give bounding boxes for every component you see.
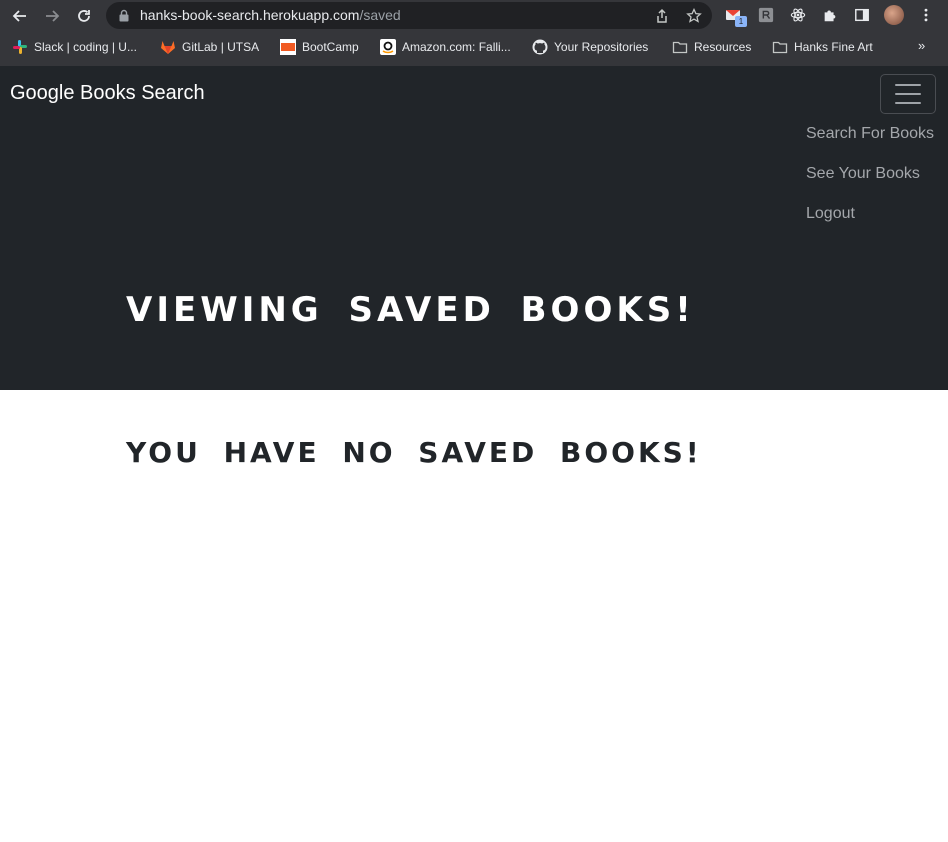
hamburger-icon-bar xyxy=(895,84,921,86)
address-bar[interactable]: hanks-book-search.herokuapp.com/saved xyxy=(106,2,712,29)
more-bookmarks-button[interactable]: » xyxy=(918,38,925,53)
reload-button[interactable] xyxy=(73,5,95,27)
react-icon xyxy=(790,8,806,22)
extension-badge: 1 xyxy=(735,16,747,27)
bookmark-folder-hanks-fine-art[interactable]: Hanks Fine Art xyxy=(772,38,873,56)
brand-title[interactable]: Google Books Search xyxy=(10,82,205,105)
bookmark-label: GitLab | UTSA xyxy=(182,40,260,54)
nav-links: Search For Books See Your Books Logout xyxy=(806,124,934,244)
bookmark-github[interactable]: Your Repositories xyxy=(532,38,648,56)
browser-menu-button[interactable] xyxy=(917,6,935,24)
empty-state-message: YOU HAVE NO SAVED BOOKS! xyxy=(126,436,702,469)
bookmark-amazon[interactable]: Amazon.com: Falli... xyxy=(380,38,511,56)
utsa-icon xyxy=(280,39,296,55)
hero-title: VIEWING SAVED BOOKS! xyxy=(126,290,695,330)
browser-chrome: hanks-book-search.herokuapp.com/saved 1 … xyxy=(0,0,948,66)
arrow-right-icon xyxy=(46,10,60,22)
bookmark-slack[interactable]: Slack | coding | U... xyxy=(12,38,137,56)
bookmark-label: Your Repositories xyxy=(554,40,649,54)
extension-react-icon[interactable] xyxy=(789,6,807,24)
page-content: Google Books Search Search For Books See… xyxy=(0,66,948,842)
lock-icon xyxy=(119,9,129,22)
bookmark-label: Resources xyxy=(694,40,752,54)
reload-icon xyxy=(78,10,90,22)
star-icon[interactable] xyxy=(686,8,702,24)
bookmark-label: Hanks Fine Art xyxy=(794,40,873,54)
letter-r-icon xyxy=(758,7,774,23)
url-host: hanks-book-search.herokuapp.com xyxy=(140,7,360,23)
bookmark-bootcamp[interactable]: BootCamp xyxy=(280,38,359,56)
github-icon xyxy=(532,39,548,55)
nav-link-see-your-books[interactable]: See Your Books xyxy=(806,164,934,204)
extension-r-icon[interactable] xyxy=(757,6,775,24)
amazon-icon xyxy=(380,39,396,55)
puzzle-icon xyxy=(824,10,836,22)
navbar-toggle-button[interactable] xyxy=(880,74,936,114)
hamburger-icon-bar xyxy=(895,93,921,95)
side-panel-icon xyxy=(855,8,869,22)
extensions-button[interactable] xyxy=(821,6,839,24)
share-icon[interactable] xyxy=(654,8,670,24)
folder-icon xyxy=(672,41,688,54)
folder-icon xyxy=(772,41,788,54)
url-text: hanks-book-search.herokuapp.com/saved xyxy=(140,7,401,23)
bookmark-folder-resources[interactable]: Resources xyxy=(672,38,751,56)
nav-link-logout[interactable]: Logout xyxy=(806,204,934,244)
bookmark-label: Slack | coding | U... xyxy=(34,40,137,54)
side-panel-button[interactable] xyxy=(853,6,871,24)
site-navbar: Google Books Search Search For Books See… xyxy=(0,66,948,390)
bookmark-label: Amazon.com: Falli... xyxy=(402,40,511,54)
extension-mail-icon[interactable]: 1 xyxy=(725,6,747,27)
forward-button[interactable] xyxy=(41,5,63,27)
gitlab-icon xyxy=(161,41,175,54)
kebab-menu-icon xyxy=(924,8,928,22)
bookmarks-bar: Slack | coding | U... GitLab | UTSA Boot… xyxy=(0,33,948,60)
bookmark-label: BootCamp xyxy=(302,40,359,54)
profile-avatar[interactable] xyxy=(884,5,904,25)
slack-icon xyxy=(13,40,27,54)
hamburger-icon-bar xyxy=(895,102,921,104)
nav-link-search-for-books[interactable]: Search For Books xyxy=(806,124,934,164)
url-path: /saved xyxy=(359,7,401,23)
browser-toolbar: hanks-book-search.herokuapp.com/saved 1 xyxy=(0,0,948,32)
arrow-left-icon xyxy=(12,10,26,22)
bookmark-gitlab[interactable]: GitLab | UTSA xyxy=(160,38,259,56)
back-button[interactable] xyxy=(9,5,31,27)
